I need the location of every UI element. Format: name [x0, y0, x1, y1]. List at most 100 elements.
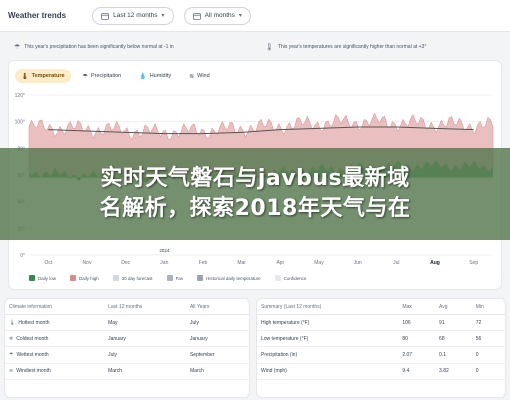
column-header: Min	[471, 299, 505, 315]
row-label: Wind (mph)	[257, 363, 399, 380]
table-row: 🌡 Hottest month May July	[5, 314, 249, 332]
chevron-down-icon: ▾	[161, 13, 165, 19]
legend-item[interactable]: Confidence	[274, 275, 307, 281]
thermometer-icon: 🌡	[9, 319, 16, 326]
table-cell: March	[185, 363, 249, 380]
row-label-cell: ☂ Wettest month	[5, 346, 105, 364]
legend-swatch	[29, 275, 35, 281]
period-dropdown-label: Last 12 months	[113, 12, 158, 19]
tab-label: Wind	[197, 73, 210, 79]
row-label: Wettest month	[16, 351, 49, 358]
x-tick-label: Apr	[276, 260, 284, 266]
table-row: Low temperature (°F) 80 68 56	[257, 330, 505, 348]
table-cell: 9.4	[398, 363, 436, 380]
y-tick-label: 120°	[15, 93, 25, 99]
overlay-banner: 实时天气磐石与javbus最新域 名解析，探索2018年天气与在	[0, 148, 510, 240]
table-row: High temperature (°F) 106 91 72	[257, 314, 505, 332]
row-label-cell: ❄ Coldest month	[5, 330, 105, 348]
table-cell: 3.82	[435, 363, 472, 380]
table-cell: 91	[435, 314, 472, 332]
column-header: Climate information	[5, 299, 105, 315]
tab-humidity[interactable]: 💧 Humidity	[133, 69, 177, 83]
precipitation-notice: ☂ This year's precipitation has been sig…	[8, 38, 251, 56]
column-header: Last 12 months	[104, 299, 186, 315]
table-cell: 2.07	[398, 346, 436, 364]
table-row: Precipitation (in) 2.07 0.1 0	[257, 346, 505, 364]
row-label: Hottest month	[18, 319, 50, 326]
table-row: ❄ Coldest month January January	[5, 330, 249, 348]
table-cell: January	[185, 330, 249, 348]
thermometer-icon: 🌡	[265, 44, 274, 51]
precipitation-icon: ☂	[82, 73, 88, 80]
row-label-cell: 🌡 Hottest month	[5, 314, 105, 332]
months-dropdown[interactable]: All months ▾	[183, 6, 251, 25]
column-header: Avg	[435, 299, 472, 315]
table-cell: 106	[398, 314, 436, 332]
row-label: Precipitation (in)	[257, 346, 399, 364]
thermometer-icon: 🌡	[21, 73, 29, 80]
legend-item[interactable]: Daily high	[70, 275, 99, 281]
precipitation-notice-text: This year's precipitation has been signi…	[24, 44, 174, 50]
legend-item[interactable]: 30 day forecast	[112, 275, 153, 281]
table-header-row: Climate information Last 12 months All Y…	[5, 299, 249, 315]
tab-temperature[interactable]: 🌡 Temperature	[15, 69, 71, 83]
tab-precipitation[interactable]: ☂ Precipitation	[77, 69, 128, 83]
app-title: Weather trends	[8, 11, 67, 20]
table-cell: May	[104, 314, 186, 332]
top-bar: Weather trends Last 12 months ▾ All mont…	[0, 0, 510, 32]
legend-label: Daily high	[79, 275, 99, 281]
legend-swatch	[274, 275, 281, 281]
months-dropdown-label: All months	[204, 12, 235, 19]
row-label: High temperature (°F)	[257, 314, 399, 332]
legend-swatch	[112, 275, 119, 281]
period-dropdown[interactable]: Last 12 months ▾	[92, 6, 174, 25]
temperature-notice-text: This year's temperatures are significant…	[277, 44, 427, 50]
row-label: Coldest month	[16, 335, 49, 342]
column-header: Summary (Last 12 months)	[257, 299, 399, 315]
legend-label: Fav	[175, 275, 184, 281]
tab-label: Humidity	[149, 73, 172, 79]
table-cell: 68	[435, 330, 472, 348]
table-cell: 0.1	[435, 346, 472, 364]
x-tick-label: Dec	[121, 260, 130, 266]
table-row: Wind (mph) 9.4 3.82 0	[257, 363, 505, 380]
legend-swatch	[70, 275, 77, 281]
calendar-icon	[192, 12, 201, 20]
chart-legend: Daily low Daily high 30 day forecast Fav…	[29, 275, 306, 281]
climate-info-card: Climate information Last 12 months All Y…	[4, 298, 250, 398]
column-header: All Years	[185, 299, 249, 315]
year-marker-label: 2024	[159, 248, 170, 253]
table-cell: September	[185, 346, 249, 364]
y-tick-label: 0°	[20, 253, 25, 259]
wind-icon: ≋	[9, 368, 14, 375]
legend-label: Confidence	[283, 275, 307, 281]
legend-item[interactable]: Daily low	[29, 275, 56, 281]
legend-swatch	[197, 275, 204, 281]
table-cell: 0	[471, 346, 505, 364]
table-cell: 72	[471, 314, 505, 332]
x-tick-label: Mar	[237, 260, 246, 266]
tab-wind[interactable]: ≋ Wind	[183, 69, 216, 83]
humidity-icon: 💧	[139, 73, 147, 80]
calendar-icon	[101, 12, 109, 20]
banner-line-2: 名解析，探索2018年天气与在	[99, 196, 411, 221]
legend-item[interactable]: Historical daily temperature	[197, 275, 261, 281]
table-cell: 56	[471, 330, 505, 348]
row-label-cell: ≋ Windiest month	[5, 363, 105, 380]
tab-label: Temperature	[31, 73, 65, 79]
table-cell: July	[185, 314, 249, 332]
tab-label: Precipitation	[90, 73, 122, 79]
column-header: Max	[398, 299, 436, 315]
legend-label: Daily low	[38, 275, 57, 281]
x-tick-label: Jan	[160, 260, 168, 266]
legend-swatch	[166, 275, 173, 281]
table-cell: July	[104, 346, 186, 364]
x-tick-label: Jul	[393, 260, 399, 266]
table-row: ≋ Windiest month March March	[5, 363, 249, 380]
precipitation-icon: ☂	[14, 44, 21, 51]
wind-icon: ≋	[189, 73, 195, 80]
summary-card: Summary (Last 12 months) Max Avg Min Hig…	[256, 298, 506, 398]
legend-item[interactable]: Fav	[166, 275, 184, 281]
x-tick-label: Feb	[199, 260, 208, 266]
legend-label: 30 day forecast	[121, 275, 153, 281]
